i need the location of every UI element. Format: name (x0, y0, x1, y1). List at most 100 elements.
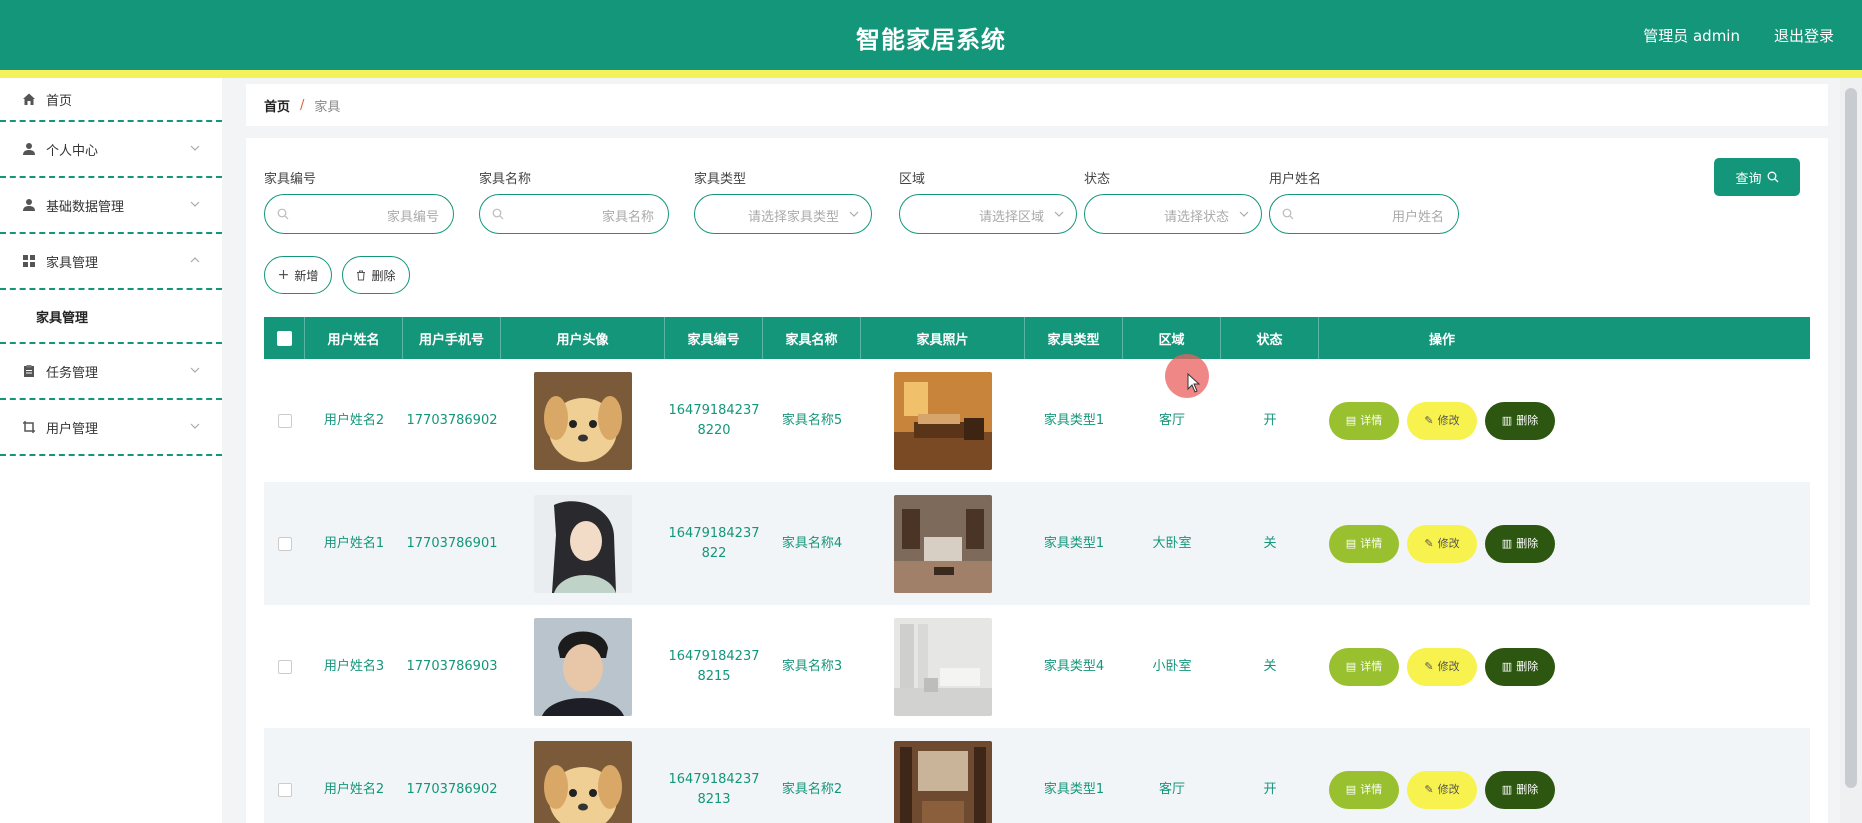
sidebar-item-home[interactable]: 首页 (0, 78, 222, 122)
chevron-down-icon (190, 423, 200, 429)
chevron-down-icon (190, 145, 200, 151)
furniture-photo (894, 371, 992, 470)
delete-button[interactable]: ▥ 删除 (1485, 647, 1555, 686)
filter-type-placeholder: 请选择家具类型 (747, 210, 839, 225)
cell-type: 家具类型4 (1043, 658, 1105, 674)
trash-icon: ▥ (1501, 782, 1513, 796)
cell-code: 16479184237 8220 (668, 402, 760, 438)
detail-button[interactable]: ▤ 详情 (1329, 647, 1399, 686)
sidebar-item-tasks[interactable]: 任务管理 (0, 344, 222, 400)
detail-button[interactable]: ▤ 详情 (1329, 524, 1399, 563)
sidebar: 首页 个人中心 基础数据管理 家具管理 家具管理 任务管理 用户管理 (0, 78, 222, 823)
delete-button[interactable]: ▥ 删除 (1485, 770, 1555, 809)
filter-code-placeholder: 家具编号 (386, 210, 439, 225)
trash-icon: ▥ (1501, 536, 1513, 550)
furniture-photo (894, 617, 992, 716)
cell-username: 用户姓名1 (323, 535, 385, 551)
edit-button[interactable]: ✎ 修改 (1407, 401, 1477, 440)
filter-area-placeholder: 请选择区域 (978, 210, 1044, 225)
filter-username-input[interactable]: 用户姓名 (1269, 194, 1459, 234)
bulk-delete-button-label: 删除 (371, 268, 396, 283)
table-row: 用户姓名2 17703786902 16479184237 8213 家具名称2 … (264, 728, 1810, 823)
cell-name: 家具名称2 (781, 781, 843, 797)
breadcrumb-home[interactable]: 首页 (264, 96, 290, 115)
document-icon: ▤ (1345, 413, 1357, 427)
header-username: 用户姓名 (305, 317, 403, 359)
edit-button[interactable]: ✎ 修改 (1407, 524, 1477, 563)
cell-username: 用户姓名2 (323, 412, 385, 428)
chevron-down-icon (190, 201, 200, 207)
filter-name-label: 家具名称 (479, 172, 532, 187)
sidebar-item-users[interactable]: 用户管理 (0, 400, 222, 456)
header-code: 家具编号 (665, 317, 763, 359)
select-all-checkbox[interactable] (276, 330, 292, 346)
document-icon: ▤ (1345, 536, 1357, 550)
filter-code-label: 家具编号 (264, 172, 317, 187)
sidebar-item-label: 基础数据管理 (46, 199, 125, 215)
filter-status-select[interactable]: 请选择状态 (1084, 194, 1262, 234)
cell-phone: 17703786903 (406, 658, 498, 674)
breadcrumb: 首页 / 家具 (246, 84, 1828, 126)
row-checkbox[interactable] (277, 413, 292, 428)
avatar (534, 371, 632, 470)
document-icon: ▤ (1345, 659, 1357, 673)
pencil-icon: ✎ (1424, 782, 1434, 796)
sidebar-item-basic-data[interactable]: 基础数据管理 (0, 178, 222, 234)
select-all-cell (264, 317, 305, 359)
header-type: 家具类型 (1025, 317, 1123, 359)
row-checkbox[interactable] (277, 782, 292, 797)
filter-area-label: 区域 (899, 172, 926, 187)
plus-icon: + (277, 267, 290, 283)
chevron-down-icon (190, 367, 200, 373)
current-user-label: 管理员 admin (1643, 27, 1740, 45)
search-icon (277, 208, 289, 220)
query-button[interactable]: 查询 (1714, 158, 1800, 196)
document-icon: ▤ (1345, 782, 1357, 796)
filter-name-input[interactable]: 家具名称 (479, 194, 669, 234)
chevron-down-icon (1239, 211, 1249, 217)
chevron-down-icon (849, 211, 859, 217)
cell-status: 开 (1263, 412, 1277, 428)
header-accent-stripe (0, 70, 1862, 78)
filter-type-label: 家具类型 (694, 172, 747, 187)
cell-code: 16479184237 822 (668, 525, 760, 561)
page-scrollbar[interactable] (1840, 78, 1862, 823)
filter-username-placeholder: 用户姓名 (1391, 210, 1444, 225)
cell-username: 用户姓名3 (323, 658, 385, 674)
header-area: 区域 (1123, 317, 1221, 359)
home-icon (22, 92, 36, 106)
sidebar-item-label: 用户管理 (46, 421, 99, 437)
filter-area-select[interactable]: 请选择区域 (899, 194, 1077, 234)
cell-type: 家具类型1 (1043, 781, 1105, 797)
cell-type: 家具类型1 (1043, 535, 1105, 551)
sidebar-item-personal-center[interactable]: 个人中心 (0, 122, 222, 178)
crop-icon (22, 420, 36, 434)
logout-link[interactable]: 退出登录 (1774, 25, 1834, 46)
header-status: 状态 (1221, 317, 1319, 359)
cell-area: 小卧室 (1152, 658, 1192, 674)
cell-phone: 17703786901 (406, 535, 498, 551)
row-checkbox[interactable] (277, 536, 292, 551)
filter-code-input[interactable]: 家具编号 (264, 194, 454, 234)
edit-button[interactable]: ✎ 修改 (1407, 770, 1477, 809)
detail-button[interactable]: ▤ 详情 (1329, 770, 1399, 809)
table-header: 用户姓名 用户手机号 用户头像 家具编号 家具名称 家具照片 家具类型 区域 状… (264, 317, 1810, 359)
delete-button[interactable]: ▥ 删除 (1485, 524, 1555, 563)
add-button[interactable]: + 新增 (264, 256, 332, 294)
chevron-down-icon (1054, 211, 1064, 217)
edit-button[interactable]: ✎ 修改 (1407, 647, 1477, 686)
mouse-pointer-icon (1187, 373, 1201, 393)
filter-type-select[interactable]: 请选择家具类型 (694, 194, 872, 234)
search-icon (1282, 208, 1294, 220)
scrollbar-thumb[interactable] (1845, 88, 1857, 788)
cell-status: 开 (1263, 781, 1277, 797)
header-avatar: 用户头像 (501, 317, 665, 359)
sidebar-subitem-furniture-management[interactable]: 家具管理 (0, 290, 222, 344)
delete-button[interactable]: ▥ 删除 (1485, 401, 1555, 440)
row-checkbox[interactable] (277, 659, 292, 674)
sidebar-item-furniture[interactable]: 家具管理 (0, 234, 222, 290)
user-icon (22, 198, 36, 212)
cell-name: 家具名称3 (781, 658, 843, 674)
bulk-delete-button[interactable]: 删除 (342, 256, 410, 294)
detail-button[interactable]: ▤ 详情 (1329, 401, 1399, 440)
